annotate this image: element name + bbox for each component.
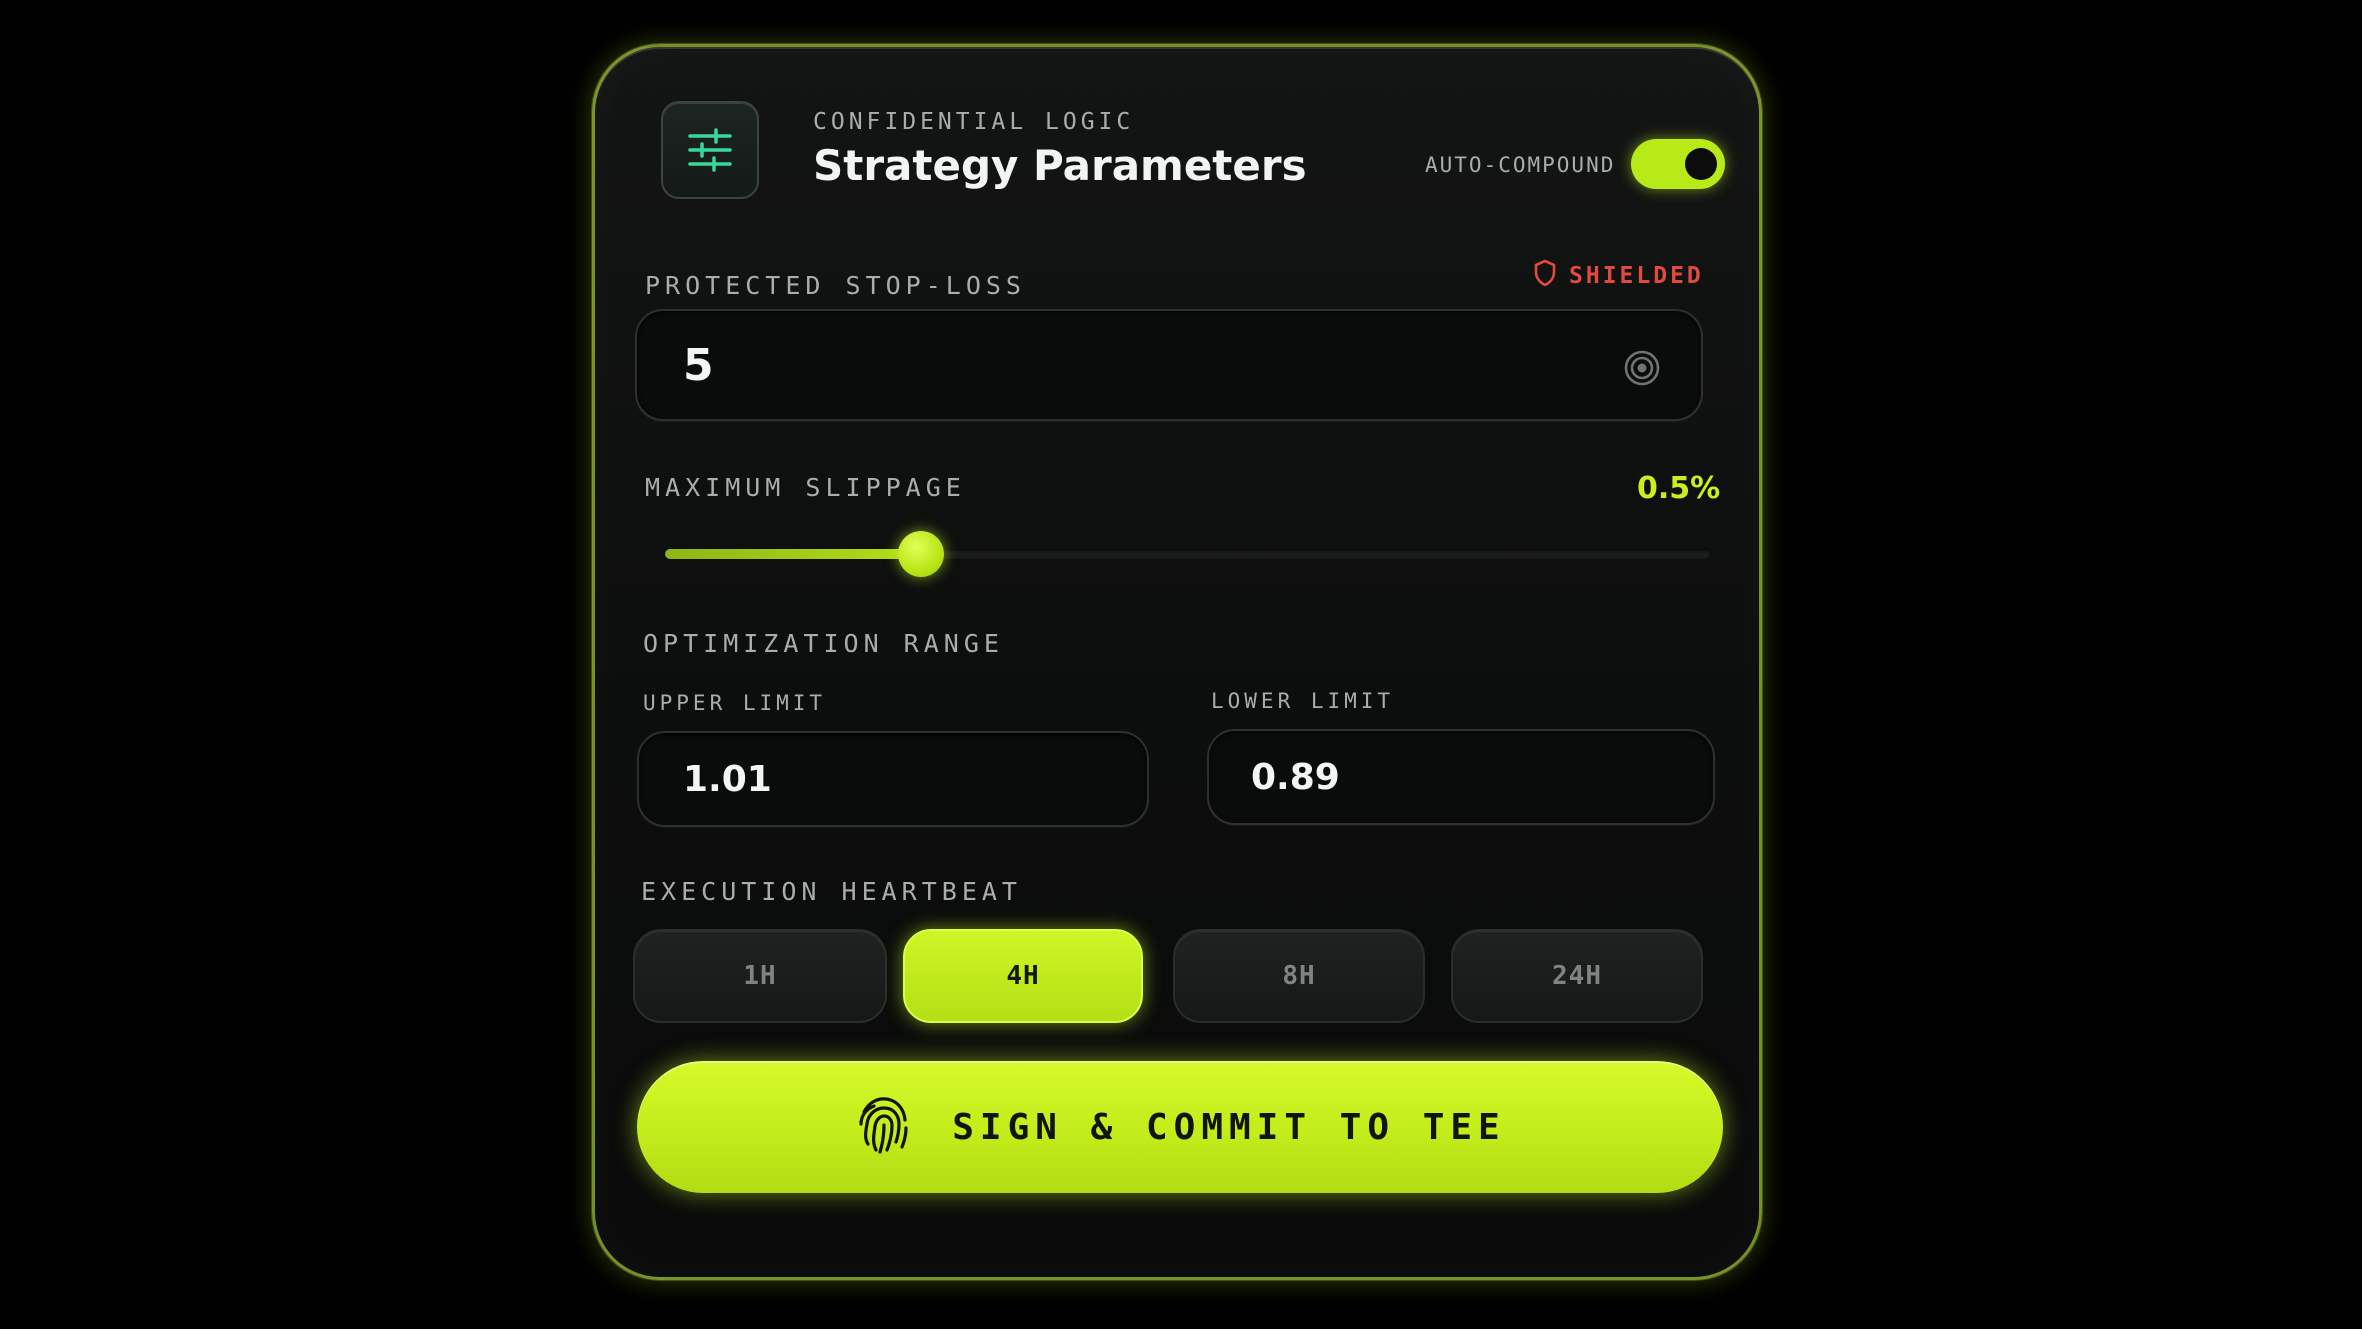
stage: CONFIDENTIAL LOGIC Strategy Parameters A… [0,0,2362,1329]
fingerprint-icon [854,1094,914,1161]
strategy-card: CONFIDENTIAL LOGIC Strategy Parameters A… [592,44,1762,1280]
heartbeat-option-label: 8H [1282,961,1316,991]
execution-heartbeat-label: EXECUTION HEARTBEAT [641,877,1022,906]
toggle-knob [1685,148,1717,180]
heartbeat-option-24h[interactable]: 24H [1451,929,1703,1023]
stop-loss-label: PROTECTED STOP-LOSS [645,271,1026,300]
upper-limit-value: 1.01 [683,758,772,800]
lower-limit-label: LOWER LIMIT [1211,689,1395,713]
auto-compound-label: AUTO-COMPOUND [1425,153,1616,177]
shield-icon [1533,259,1557,292]
sliders-icon [661,101,759,199]
heartbeat-option-label: 1H [743,961,777,991]
slippage-value: 0.5% [1637,471,1721,506]
shielded-badge: SHIELDED [1533,259,1704,292]
heartbeat-option-label: 4H [1006,961,1040,991]
slippage-slider-track[interactable] [665,531,1711,577]
auto-compound-toggle[interactable] [1631,139,1725,189]
stop-loss-value: 5 [683,339,714,391]
slippage-slider-fill [665,549,922,559]
upper-limit-label: UPPER LIMIT [643,691,827,715]
heartbeat-option-8h[interactable]: 8H [1173,929,1425,1023]
slippage-label: MAXIMUM SLIPPAGE [645,473,966,502]
sign-commit-button[interactable]: SIGN & COMMIT TO TEE [637,1061,1723,1193]
page-title: Strategy Parameters [813,141,1307,190]
target-icon[interactable] [1623,349,1661,392]
submit-label: SIGN & COMMIT TO TEE [952,1106,1506,1148]
badge-text: SHIELDED [1569,262,1704,289]
heartbeat-option-1h[interactable]: 1H [633,929,887,1023]
lower-limit-value: 0.89 [1251,756,1340,798]
optimization-range-label: OPTIMIZATION RANGE [643,629,1004,658]
heartbeat-option-4h[interactable]: 4H [903,929,1143,1023]
heartbeat-option-label: 24H [1552,961,1602,991]
upper-limit-input[interactable]: 1.01 [637,731,1149,827]
eyebrow-label: CONFIDENTIAL LOGIC [813,109,1135,135]
stop-loss-input[interactable]: 5 [635,309,1703,421]
lower-limit-input[interactable]: 0.89 [1207,729,1715,825]
slippage-slider-thumb[interactable] [898,531,945,577]
